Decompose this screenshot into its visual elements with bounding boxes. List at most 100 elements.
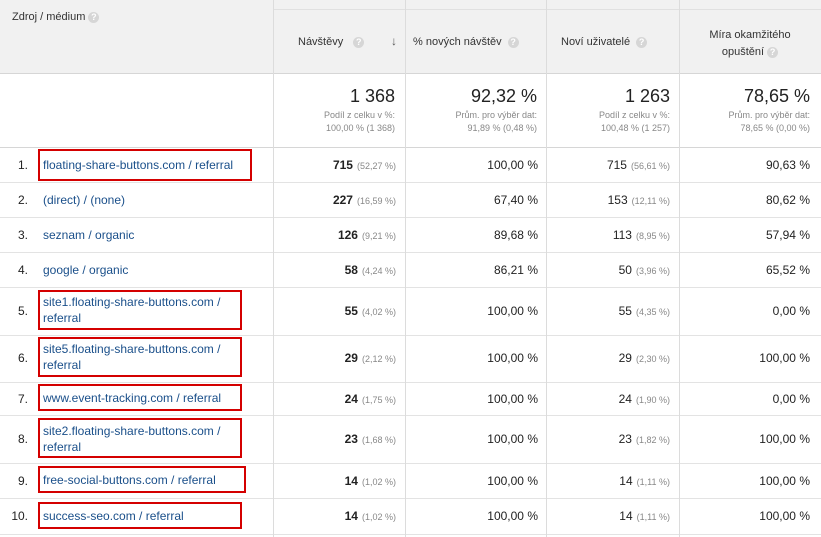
new-visits-header[interactable]: % nových návštěv?: [413, 36, 519, 48]
source-line1: success-seo.com / referral: [43, 509, 184, 523]
help-icon[interactable]: ?: [353, 36, 365, 48]
visits-value: 14: [344, 474, 358, 488]
source-line1: www.event-tracking.com / referral: [43, 391, 222, 405]
bounce-cell: 100,00 %: [759, 474, 810, 488]
bounce-cell: 65,52 %: [765, 263, 810, 277]
source-medium-link[interactable]: seznam / organic: [43, 227, 134, 243]
visits-cell: 14 (1,02 %): [280, 474, 396, 488]
visits-cell: 227 (16,59 %): [280, 193, 396, 207]
source-line1: site2.floating-share-buttons.com /: [43, 424, 221, 438]
visits-cell: 24 (1,75 %): [280, 392, 396, 406]
col-divider: [679, 0, 680, 537]
total-bounce-sub2: 78,65 % (0,00 %): [740, 123, 810, 133]
visits-percent: (9,21 %): [361, 231, 396, 241]
new-users-percent: (1,90 %): [635, 395, 670, 405]
row-number: 6.: [17, 351, 28, 365]
source-line1: site5.floating-share-buttons.com /: [43, 342, 221, 356]
visits-percent: (1,75 %): [361, 395, 396, 405]
source-line1: (direct) / (none): [43, 193, 126, 207]
total-new-users-sub: Podíl z celku v %: 100,48 % (1 257): [548, 109, 670, 135]
new-users-percent: (56,61 %): [630, 161, 670, 171]
visits-value: 58: [344, 263, 358, 277]
row-divider: [0, 498, 821, 499]
visits-value: 24: [344, 392, 358, 406]
new-users-percent: (12,11 %): [631, 196, 670, 206]
new-users-cell: 153 (12,11 %): [550, 193, 670, 207]
row-number: 4.: [17, 263, 28, 277]
new-visits-cell: 100,00 %: [487, 351, 538, 365]
header-divider: [0, 73, 821, 74]
new-users-percent: (3,96 %): [635, 266, 670, 276]
bounce-cell: 0,00 %: [772, 304, 810, 318]
col-divider: [273, 0, 274, 537]
visits-percent: (1,02 %): [361, 512, 396, 522]
source-medium-link[interactable]: success-seo.com / referral: [43, 508, 184, 524]
source-medium-link[interactable]: www.event-tracking.com / referral: [43, 390, 221, 406]
new-users-value: 113: [612, 228, 632, 242]
visits-cell: 58 (4,24 %): [280, 263, 396, 277]
help-icon[interactable]: ?: [767, 46, 779, 58]
new-visits-cell: 100,00 %: [487, 432, 538, 446]
bounce-cell: 100,00 %: [759, 432, 810, 446]
new-users-cell: 14 (1,11 %): [550, 474, 670, 488]
visits-percent: (4,02 %): [361, 307, 396, 317]
help-icon[interactable]: ?: [507, 36, 519, 48]
total-new-visits: 92,32 %: [470, 86, 537, 106]
totals-divider: [0, 147, 821, 148]
bounce-header[interactable]: Míra okamžitého opuštění?: [690, 27, 810, 61]
visits-cell: 29 (2,12 %): [280, 351, 396, 365]
total-visits-sub1: Podíl z celku v %:: [323, 110, 395, 120]
source-medium-link[interactable]: site1.floating-share-buttons.com / refer…: [43, 294, 220, 326]
visits-header[interactable]: Návštěvy?: [298, 36, 365, 48]
source-medium-link[interactable]: floating-share-buttons.com / referral: [43, 157, 233, 173]
source-medium-link[interactable]: google / organic: [43, 262, 128, 278]
new-users-header[interactable]: Noví uživatelé?: [561, 36, 648, 48]
help-icon[interactable]: ?: [88, 11, 100, 23]
new-users-value: 55: [618, 304, 632, 318]
header-top-strip: [274, 0, 821, 10]
source-line1: free-social-buttons.com / referral: [43, 473, 216, 487]
row-divider: [0, 182, 821, 183]
visits-percent: (1,02 %): [361, 477, 396, 487]
row-divider: [0, 382, 821, 383]
new-visits-cell: 89,68 %: [493, 228, 538, 242]
bounce-cell: 100,00 %: [759, 509, 810, 523]
help-icon[interactable]: ?: [636, 36, 648, 48]
new-users-cell: 55 (4,35 %): [550, 304, 670, 318]
source-line2: referral: [43, 311, 82, 325]
dimension-header[interactable]: Zdroj / médium?: [12, 11, 100, 23]
total-visits-sub: Podíl z celku v %: 100,00 % (1 368): [280, 109, 395, 135]
new-visits-header-label: % nových návštěv: [413, 36, 502, 48]
total-bounce-sub: Prům. pro výběr dat: 78,65 % (0,00 %): [680, 109, 810, 135]
total-new-users-sub1: Podíl z celku v %:: [598, 110, 670, 120]
source-line2: referral: [43, 440, 82, 454]
new-users-percent: (2,30 %): [635, 354, 670, 364]
visits-percent: (52,27 %): [356, 161, 396, 171]
visits-cell: 715 (52,27 %): [280, 158, 396, 172]
visits-value: 23: [344, 432, 358, 446]
new-users-value: 29: [618, 351, 632, 365]
visits-header-label: Návštěvy: [298, 36, 344, 48]
new-users-value: 715: [606, 158, 627, 172]
source-medium-link[interactable]: (direct) / (none): [43, 192, 125, 208]
new-users-cell: 113 (8,95 %): [550, 228, 670, 242]
total-bounce: 78,65 %: [743, 86, 810, 106]
new-users-cell: 24 (1,90 %): [550, 392, 670, 406]
new-users-cell: 715 (56,61 %): [550, 158, 670, 172]
visits-value: 55: [344, 304, 358, 318]
source-medium-link[interactable]: site5.floating-share-buttons.com / refer…: [43, 341, 220, 373]
source-medium-link[interactable]: free-social-buttons.com / referral: [43, 472, 216, 488]
total-visits: 1 368: [349, 86, 395, 106]
new-visits-cell: 86,21 %: [493, 263, 538, 277]
total-new-visits-sub: Prům. pro výběr dat: 91,89 % (0,48 %): [410, 109, 537, 135]
visits-value: 126: [337, 228, 358, 242]
new-users-header-label: Noví uživatelé: [561, 36, 631, 48]
total-new-visits-sub2: 91,89 % (0,48 %): [467, 123, 537, 133]
source-line1: google / organic: [43, 263, 129, 277]
row-number: 2.: [17, 193, 28, 207]
sort-descending-icon[interactable]: ↓: [391, 34, 397, 48]
new-visits-cell: 67,40 %: [493, 193, 538, 207]
col-divider: [405, 0, 406, 537]
source-line1: site1.floating-share-buttons.com /: [43, 295, 221, 309]
source-medium-link[interactable]: site2.floating-share-buttons.com / refer…: [43, 423, 220, 455]
